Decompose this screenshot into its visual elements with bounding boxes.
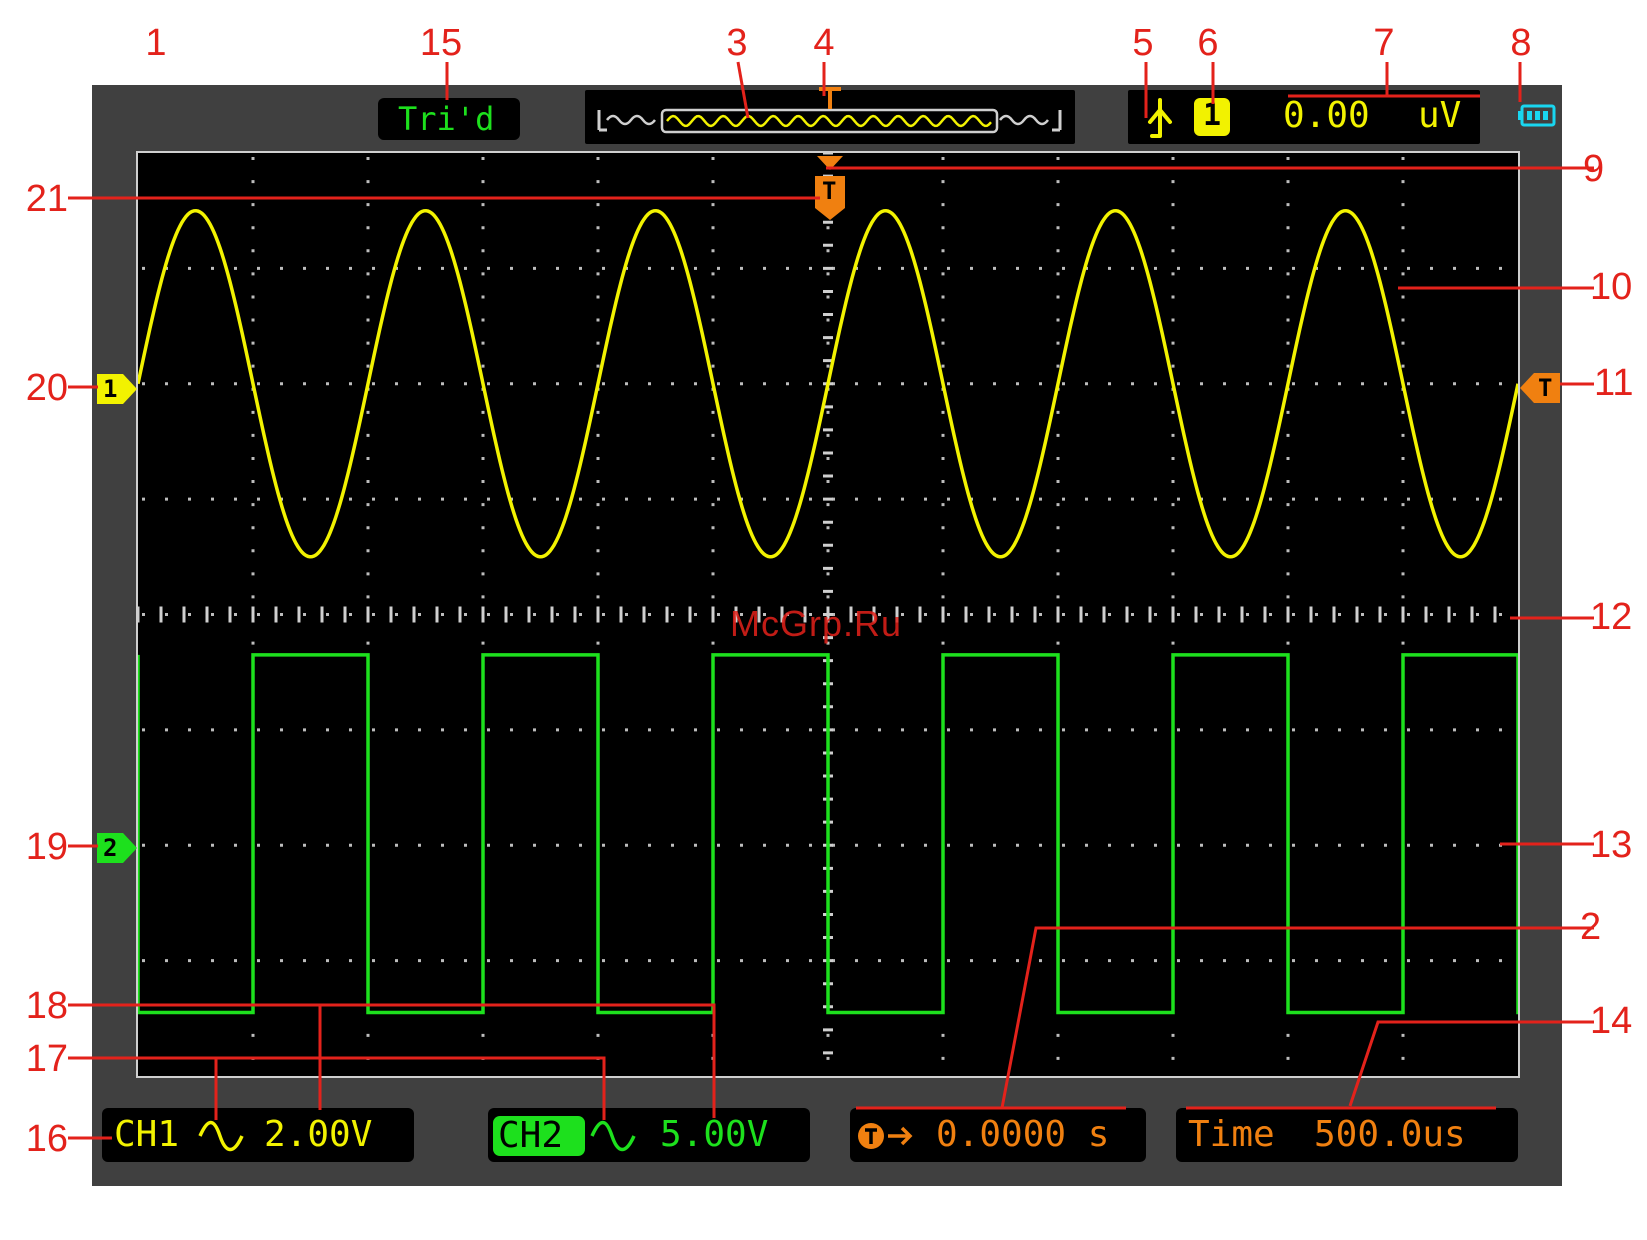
trigger-level-marker-label: T	[1538, 374, 1553, 402]
trigger-status-box: Tri'd	[378, 98, 520, 140]
ch2-square-trace	[138, 653, 1518, 1015]
trigger-level-value: 0.00	[1283, 95, 1370, 136]
timebase-label: Time	[1188, 1114, 1275, 1155]
timebase-value: 500.0us	[1314, 1114, 1466, 1155]
callout-12: 12	[1590, 596, 1633, 638]
callout-11: 11	[1594, 362, 1634, 404]
trigger-level-unit: uV	[1418, 95, 1462, 136]
callout-10: 10	[1590, 266, 1633, 308]
callout-8: 8	[1510, 22, 1532, 64]
ch2-scale: 5.00V	[660, 1114, 769, 1155]
callout-3: 3	[726, 22, 748, 64]
trigger-offset-value: 0.0000 s	[936, 1114, 1110, 1155]
callout-14: 14	[1590, 1000, 1633, 1042]
callout-2: 2	[1580, 906, 1602, 948]
callout-9: 9	[1583, 148, 1605, 190]
trigger-source: 1	[1203, 98, 1222, 133]
callout-5: 5	[1132, 22, 1154, 64]
timebase-box: Time 500.0us	[1176, 1108, 1518, 1162]
ch1-scale: 2.00V	[264, 1114, 373, 1155]
callout-15: 15	[419, 22, 463, 64]
callout-7: 7	[1373, 22, 1395, 64]
ch2-label: CH2	[498, 1115, 564, 1156]
watermark: McGrp.Ru	[730, 603, 903, 644]
ch1-marker-label: 1	[103, 375, 118, 403]
callout-4: 4	[813, 22, 835, 64]
trigger-info-box: 1 0.00 uV	[1128, 90, 1480, 144]
callout-20: 20	[25, 367, 68, 409]
callout-1: 1	[145, 22, 167, 64]
trigger-source-badge: 1	[1194, 98, 1230, 136]
callout-16: 16	[25, 1118, 68, 1160]
ch2-label-badge: CH2	[493, 1116, 585, 1156]
ch1-label: CH1	[114, 1114, 180, 1155]
ch2-scale-box: CH2 5.00V	[488, 1108, 810, 1162]
callout-21: 21	[25, 178, 68, 220]
callout-18: 18	[25, 985, 68, 1027]
ch1-scale-box: CH1 2.00V	[102, 1108, 414, 1162]
trigger-status: Tri'd	[398, 100, 495, 138]
trigger-offset-box: 0.0000 s	[850, 1108, 1146, 1162]
ch2-marker-label: 2	[103, 834, 118, 862]
trigger-position-marker-label: T	[822, 177, 837, 205]
callout-17: 17	[25, 1038, 68, 1080]
callout-6: 6	[1197, 22, 1219, 64]
callout-19: 19	[25, 826, 68, 868]
callout-13: 13	[1590, 824, 1633, 866]
